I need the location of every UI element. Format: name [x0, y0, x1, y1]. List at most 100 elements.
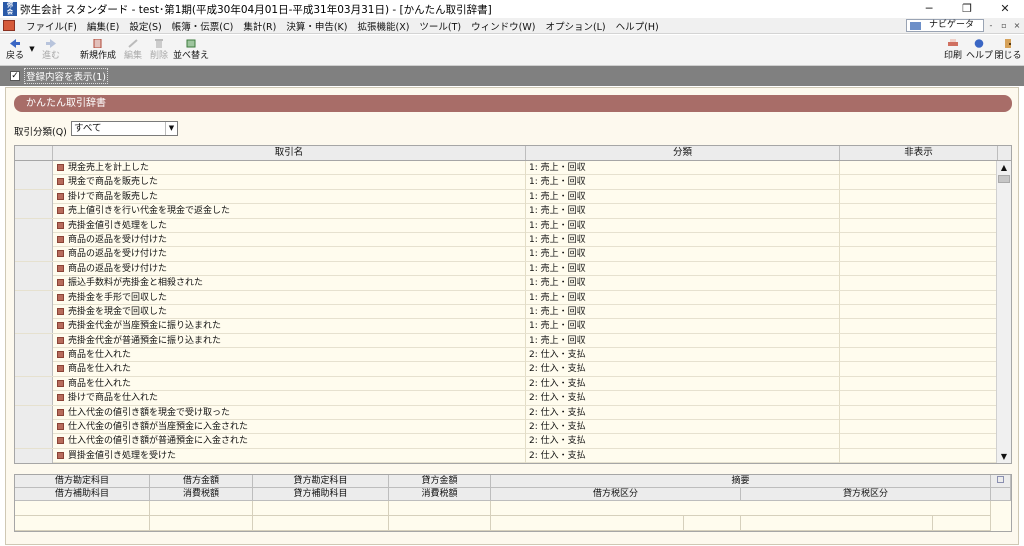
row-header[interactable]: [15, 333, 53, 348]
transaction-name-cell[interactable]: 売掛金を現金で回収した: [53, 304, 526, 319]
transaction-name-cell[interactable]: 仕入代金の値引き額が普通預金に入金された: [53, 434, 526, 449]
category-cell[interactable]: 2: 仕入・支払: [526, 362, 840, 377]
table-row[interactable]: 商品を仕入れた 2: 仕入・支払: [15, 348, 998, 363]
memo-icon[interactable]: [991, 475, 1011, 488]
hidden-cell[interactable]: [840, 362, 998, 377]
category-cell[interactable]: 1: 売上・回収: [526, 290, 840, 305]
row-header[interactable]: [15, 420, 53, 435]
close-button[interactable]: 閉じる: [994, 37, 1022, 64]
category-cell[interactable]: 2: 仕入・支払: [526, 434, 840, 449]
table-row[interactable]: 商品の返品を受け付けた 1: 売上・回収: [15, 232, 998, 248]
hidden-cell[interactable]: [840, 204, 998, 219]
transaction-name-cell[interactable]: 商品の返品を受け付けた: [53, 247, 526, 262]
table-row[interactable]: 買掛金値引き処理を受けた 2: 仕入・支払: [15, 448, 998, 463]
vertical-scrollbar[interactable]: ▲ ▼: [996, 161, 1011, 463]
row-header[interactable]: [15, 434, 53, 449]
scroll-thumb[interactable]: [998, 175, 1010, 183]
menu-tools[interactable]: ツール(T): [414, 19, 466, 33]
hidden-cell[interactable]: [840, 348, 998, 363]
hidden-cell[interactable]: [840, 161, 998, 175]
table-row[interactable]: 仕入代金の値引き額が当座預金に入金された 2: 仕入・支払: [15, 420, 998, 435]
row-header[interactable]: [15, 175, 53, 190]
table-row[interactable]: 売掛金を手形で回収した 1: 売上・回収: [15, 290, 998, 305]
mdi-restore-button[interactable]: ▫: [999, 19, 1009, 32]
row-header[interactable]: [15, 189, 53, 204]
category-cell[interactable]: 1: 売上・回収: [526, 304, 840, 319]
show-registered-checkbox[interactable]: ✓: [10, 71, 20, 81]
category-cell[interactable]: 2: 仕入・支払: [526, 391, 840, 406]
hidden-cell[interactable]: [840, 376, 998, 391]
menu-closing[interactable]: 決算・申告(K): [281, 19, 352, 33]
table-row[interactable]: 商品を仕入れた 2: 仕入・支払: [15, 376, 998, 392]
forward-button[interactable]: 進む: [38, 37, 64, 64]
row-header[interactable]: [15, 290, 53, 305]
table-row[interactable]: 売上値引きを行い代金を現金で返金した 1: 売上・回収: [15, 204, 998, 219]
hidden-cell[interactable]: [840, 290, 998, 305]
transaction-name-cell[interactable]: 商品を仕入れた: [53, 362, 526, 377]
scroll-down-icon[interactable]: ▼: [997, 450, 1011, 463]
table-row[interactable]: 掛けで商品を販売した 1: 売上・回収: [15, 189, 998, 205]
table-row[interactable]: 商品の返品を受け付けた 1: 売上・回収: [15, 247, 998, 262]
column-header-hidden[interactable]: 非表示: [840, 146, 998, 160]
row-header[interactable]: [15, 276, 53, 291]
hidden-cell[interactable]: [840, 405, 998, 420]
transaction-name-cell[interactable]: 掛けで商品を仕入れた: [53, 391, 526, 406]
row-header[interactable]: [15, 247, 53, 262]
hidden-cell[interactable]: [840, 420, 998, 435]
category-cell[interactable]: 1: 売上・回収: [526, 232, 840, 247]
hidden-cell[interactable]: [840, 333, 998, 348]
mdi-minimize-button[interactable]: -: [986, 19, 996, 32]
category-cell[interactable]: 2: 仕入・支払: [526, 405, 840, 420]
close-window-button[interactable]: ✕: [986, 0, 1024, 18]
hidden-cell[interactable]: [840, 276, 998, 291]
transaction-name-cell[interactable]: 売掛金を手形で回収した: [53, 290, 526, 305]
row-header[interactable]: [15, 304, 53, 319]
scroll-up-icon[interactable]: ▲: [997, 161, 1011, 174]
row-header[interactable]: [15, 204, 53, 219]
transaction-name-cell[interactable]: 売掛金代金が当座預金に振り込まれた: [53, 319, 526, 334]
table-row[interactable]: 売掛金値引き処理をした 1: 売上・回収: [15, 218, 998, 233]
table-row[interactable]: 現金売上を計上した 1: 売上・回収: [15, 161, 998, 176]
category-cell[interactable]: 1: 売上・回収: [526, 261, 840, 276]
row-header[interactable]: [15, 161, 53, 175]
category-cell[interactable]: 1: 売上・回収: [526, 204, 840, 219]
show-registered-label[interactable]: 登録内容を表示(1): [24, 68, 108, 84]
table-row[interactable]: 売掛金を現金で回収した 1: 売上・回収: [15, 304, 998, 320]
table-row[interactable]: 売掛金代金が当座預金に振り込まれた 1: 売上・回収: [15, 319, 998, 334]
maximize-button[interactable]: ❐: [948, 0, 986, 18]
category-cell[interactable]: 1: 売上・回収: [526, 276, 840, 291]
transaction-name-cell[interactable]: 掛けで商品を販売した: [53, 189, 526, 204]
table-row[interactable]: 現金で商品を販売した 1: 売上・回収: [15, 175, 998, 190]
hidden-cell[interactable]: [840, 189, 998, 204]
transaction-name-cell[interactable]: 商品の返品を受け付けた: [53, 232, 526, 247]
menu-options[interactable]: オプション(L): [540, 19, 610, 33]
transaction-name-cell[interactable]: 商品を仕入れた: [53, 376, 526, 391]
menu-edit[interactable]: 編集(E): [82, 19, 124, 33]
category-cell[interactable]: 1: 売上・回収: [526, 175, 840, 190]
category-filter-select[interactable]: すべて ▼: [71, 121, 178, 136]
menu-extensions[interactable]: 拡張機能(X): [352, 19, 414, 33]
category-cell[interactable]: 1: 売上・回収: [526, 247, 840, 262]
hidden-cell[interactable]: [840, 175, 998, 190]
document-icon[interactable]: [3, 20, 15, 31]
row-header[interactable]: [15, 405, 53, 420]
category-cell[interactable]: 2: 仕入・支払: [526, 420, 840, 435]
transaction-name-cell[interactable]: 現金で商品を販売した: [53, 175, 526, 190]
category-cell[interactable]: 1: 売上・回収: [526, 189, 840, 204]
minimize-button[interactable]: ─: [910, 0, 948, 18]
menu-aggregate[interactable]: 集計(R): [238, 19, 281, 33]
row-header[interactable]: [15, 261, 53, 276]
transaction-name-cell[interactable]: 振込手数料が売掛金と相殺された: [53, 276, 526, 291]
transaction-name-cell[interactable]: 売上値引きを行い代金を現金で返金した: [53, 204, 526, 219]
table-row[interactable]: 商品を仕入れた 2: 仕入・支払: [15, 362, 998, 377]
transaction-name-cell[interactable]: 売掛金代金が普通預金に振り込まれた: [53, 333, 526, 348]
transaction-name-cell[interactable]: 仕入代金の値引き額を現金で受け取った: [53, 405, 526, 420]
mdi-close-button[interactable]: ×: [1012, 19, 1022, 32]
category-cell[interactable]: 1: 売上・回収: [526, 319, 840, 334]
row-header[interactable]: [15, 319, 53, 334]
hidden-cell[interactable]: [840, 261, 998, 276]
category-cell[interactable]: 2: 仕入・支払: [526, 348, 840, 363]
table-row[interactable]: 振込手数料が売掛金と相殺された 1: 売上・回収: [15, 276, 998, 291]
hidden-cell[interactable]: [840, 218, 998, 233]
category-cell[interactable]: 1: 売上・回収: [526, 161, 840, 175]
